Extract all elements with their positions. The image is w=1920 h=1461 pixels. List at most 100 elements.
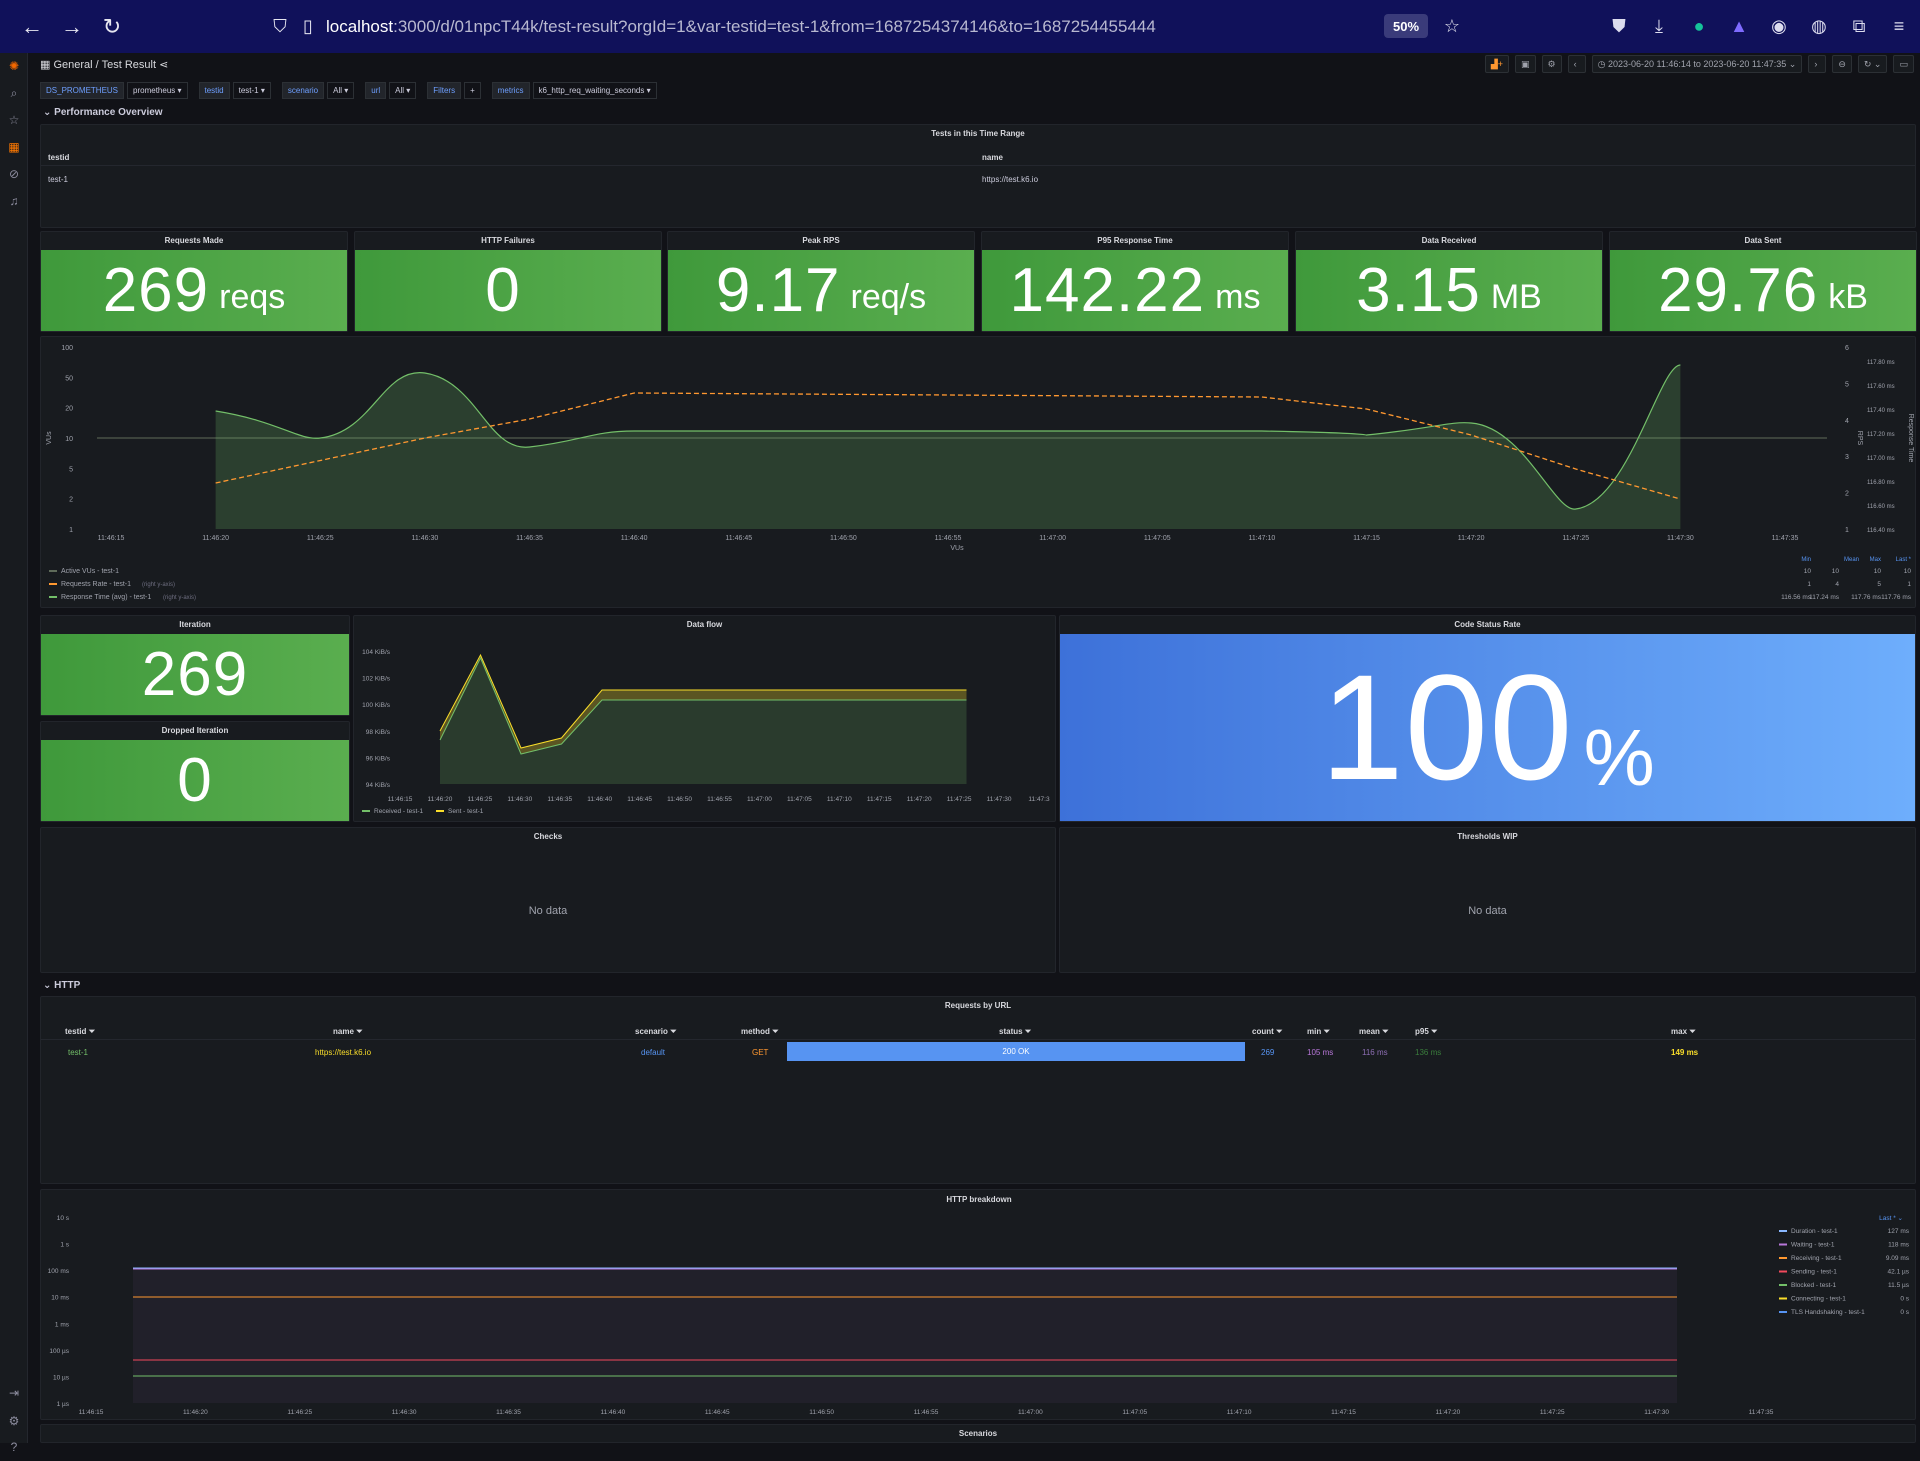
legend-value: 117.76 ms bbox=[1881, 594, 1912, 601]
stat-unit: % bbox=[1583, 712, 1655, 802]
time-forward-icon[interactable]: › bbox=[1808, 55, 1827, 73]
x-tick-label: 11:47:20 bbox=[1435, 1409, 1460, 1416]
panel-title: HTTP Failures bbox=[481, 236, 535, 245]
breadcrumb-root[interactable]: General bbox=[53, 59, 92, 71]
column-header-name[interactable]: name bbox=[982, 153, 1003, 162]
column-header-min[interactable]: min ⏷ bbox=[1307, 1027, 1330, 1037]
y-right-tick-label: 3 bbox=[1845, 454, 1849, 461]
row-http[interactable]: ⌄ HTTP bbox=[43, 980, 80, 991]
url-host: localhost bbox=[326, 17, 394, 36]
legend-swatch bbox=[1779, 1311, 1787, 1313]
extensions-puzzle-icon[interactable]: ⧉ bbox=[1846, 12, 1872, 40]
grammarly-icon[interactable]: ● bbox=[1686, 12, 1712, 40]
help-icon[interactable]: ? bbox=[0, 1434, 28, 1461]
panel-title: Data Received bbox=[1421, 236, 1477, 245]
extension-mountain-icon[interactable]: ▲ bbox=[1726, 12, 1752, 40]
extension-globe-icon[interactable]: ◍ bbox=[1806, 12, 1832, 40]
code-status-panel: Code Status Rate 100 % bbox=[1059, 615, 1916, 822]
legend-label: Sent - test-1 bbox=[448, 808, 484, 815]
back-icon[interactable]: ← bbox=[16, 11, 48, 43]
share-icon[interactable]: ⋖ bbox=[159, 59, 168, 71]
refresh-icon[interactable]: ↻ ⌄ bbox=[1857, 55, 1888, 73]
address-bar[interactable]: localhost:3000/d/01npcT44k/test-result?o… bbox=[326, 10, 1546, 44]
y-right-tick-label: 2 bbox=[1845, 491, 1849, 498]
column-header-name[interactable]: name ⏷ bbox=[333, 1027, 363, 1037]
stat-panel: Requests Made 269 reqs bbox=[40, 231, 348, 332]
thresholds-panel: Thresholds WIP No data bbox=[1059, 827, 1916, 973]
add-filter-button[interactable]: + bbox=[464, 81, 481, 99]
legend-header-mean: Mean bbox=[1844, 557, 1859, 563]
legend-label: Response Time (avg) - test-1 bbox=[61, 594, 151, 601]
y-right-tick-label: 116.40 ms bbox=[1867, 528, 1895, 534]
column-header-status[interactable]: status ⏷ bbox=[999, 1027, 1031, 1037]
received-area bbox=[440, 658, 967, 784]
explore-icon[interactable]: ⊘ bbox=[0, 161, 28, 188]
var-select-scenario[interactable]: All ▾ bbox=[327, 81, 355, 99]
breadcrumb-separator: / bbox=[95, 59, 99, 71]
download-icon[interactable]: ⤓ bbox=[1646, 12, 1672, 40]
panel-title: Checks bbox=[533, 832, 563, 841]
stat-unit: reqs bbox=[219, 278, 286, 316]
search-icon[interactable]: ⌕ bbox=[0, 80, 28, 107]
time-back-icon[interactable]: ‹ bbox=[1567, 55, 1586, 73]
bookmark-star-icon[interactable]: ☆ bbox=[1436, 10, 1468, 42]
x-tick-label: 11:46:25 bbox=[307, 535, 334, 542]
panel-title: P95 Response Time bbox=[1097, 236, 1173, 245]
add-panel-icon[interactable]: ▟+ bbox=[1484, 55, 1510, 73]
main-chart-svg: 100 50 20 10 5 2 1 6 5 4 3 2 1 117.80 ms 117.60 ms 117.… bbox=[46, 345, 1914, 601]
starred-icon[interactable]: ☆ bbox=[0, 107, 28, 134]
save-icon[interactable]: ▣ bbox=[1515, 55, 1536, 73]
dashboard-topbar: ▦ General / Test Result ⋖ ▟+ ▣ ⚙ ‹ ◷ 202… bbox=[28, 53, 1920, 77]
stat-value: 269 bbox=[102, 256, 210, 325]
var-select-metrics[interactable]: k6_http_req_waiting_seconds ▾ bbox=[532, 81, 657, 99]
cell-name[interactable]: https://test.k6.io bbox=[315, 1048, 371, 1057]
cell-name[interactable]: https://test.k6.io bbox=[982, 175, 1038, 184]
grafana-logo-icon[interactable]: ✺ bbox=[0, 53, 28, 80]
stat-panel: P95 Response Time 142.22 ms bbox=[981, 231, 1289, 332]
breakdown-chart-svg: HTTP breakdown 10 s 1 s 100 ms 10 ms 1 ms 100 … bbox=[48, 1195, 1910, 1416]
column-header-method[interactable]: method ⏷ bbox=[741, 1027, 779, 1037]
var-select-datasource[interactable]: prometheus ▾ bbox=[127, 81, 188, 99]
x-axis-label: VUs bbox=[950, 545, 964, 552]
column-header-count[interactable]: count ⏷ bbox=[1252, 1027, 1282, 1037]
column-header-testid[interactable]: testid ⏷ bbox=[65, 1027, 95, 1037]
column-header-testid[interactable]: testid bbox=[48, 153, 69, 162]
x-tick-label: 11:46:35 bbox=[547, 796, 572, 803]
column-header-max[interactable]: max ⏷ bbox=[1671, 1027, 1696, 1037]
y-tick-label: 96 KiB/s bbox=[366, 755, 391, 762]
time-range-picker[interactable]: ◷ 2023-06-20 11:46:14 to 2023-06-20 11:4… bbox=[1591, 55, 1803, 73]
forward-icon[interactable]: → bbox=[56, 11, 88, 43]
pocket-icon[interactable]: ⛊ bbox=[1606, 12, 1632, 40]
reload-icon[interactable]: ↻ bbox=[96, 11, 128, 43]
sign-in-icon[interactable]: ⇥ bbox=[0, 1380, 28, 1407]
extension-dark-icon[interactable]: ◉ bbox=[1766, 12, 1792, 40]
column-header-mean[interactable]: mean ⏷ bbox=[1359, 1027, 1389, 1037]
x-tick-label: 11:46:20 bbox=[428, 796, 453, 803]
stat-box: 142.22 ms bbox=[982, 250, 1288, 331]
legend-label: Receiving - test-1 bbox=[1791, 1255, 1842, 1262]
settings-gear-icon[interactable]: ⚙ bbox=[1541, 55, 1562, 73]
x-tick-label: 11:46:40 bbox=[587, 796, 612, 803]
zoom-out-icon[interactable]: ⊖ bbox=[1832, 55, 1852, 73]
column-header-scenario[interactable]: scenario ⏷ bbox=[635, 1027, 677, 1037]
x-tick-label: 11:46:40 bbox=[621, 535, 648, 542]
tv-mode-icon[interactable]: ▭ bbox=[1893, 55, 1914, 73]
settings-icon[interactable]: ⚙ bbox=[0, 1408, 28, 1435]
var-select-testid[interactable]: test-1 ▾ bbox=[232, 81, 271, 99]
menu-icon[interactable]: ≡ bbox=[1886, 12, 1912, 40]
alerting-icon[interactable]: ♫ bbox=[0, 188, 28, 215]
dashboards-icon[interactable]: ▦ bbox=[0, 134, 28, 161]
legend-value: 116.56 ms bbox=[1781, 594, 1812, 601]
breadcrumb-page[interactable]: Test Result bbox=[102, 59, 156, 71]
var-select-url[interactable]: All ▾ bbox=[389, 81, 417, 99]
stat-panel: Peak RPS 9.17 req/s bbox=[667, 231, 975, 332]
legend-label: Requests Rate - test-1 bbox=[61, 581, 131, 588]
column-header-p95[interactable]: p95 ⏷ bbox=[1415, 1027, 1437, 1037]
row-performance-title: Performance Overview bbox=[54, 107, 163, 118]
legend-label: Sending - test-1 bbox=[1791, 1269, 1837, 1276]
legend-value: 10 bbox=[1804, 568, 1812, 575]
x-tick-label: 11:47:15 bbox=[1331, 1409, 1356, 1416]
zoom-level-badge[interactable]: 50% bbox=[1384, 14, 1428, 38]
x-tick-label: 11:46:15 bbox=[79, 1409, 104, 1416]
row-performance-overview[interactable]: ⌄ Performance Overview bbox=[43, 107, 163, 118]
